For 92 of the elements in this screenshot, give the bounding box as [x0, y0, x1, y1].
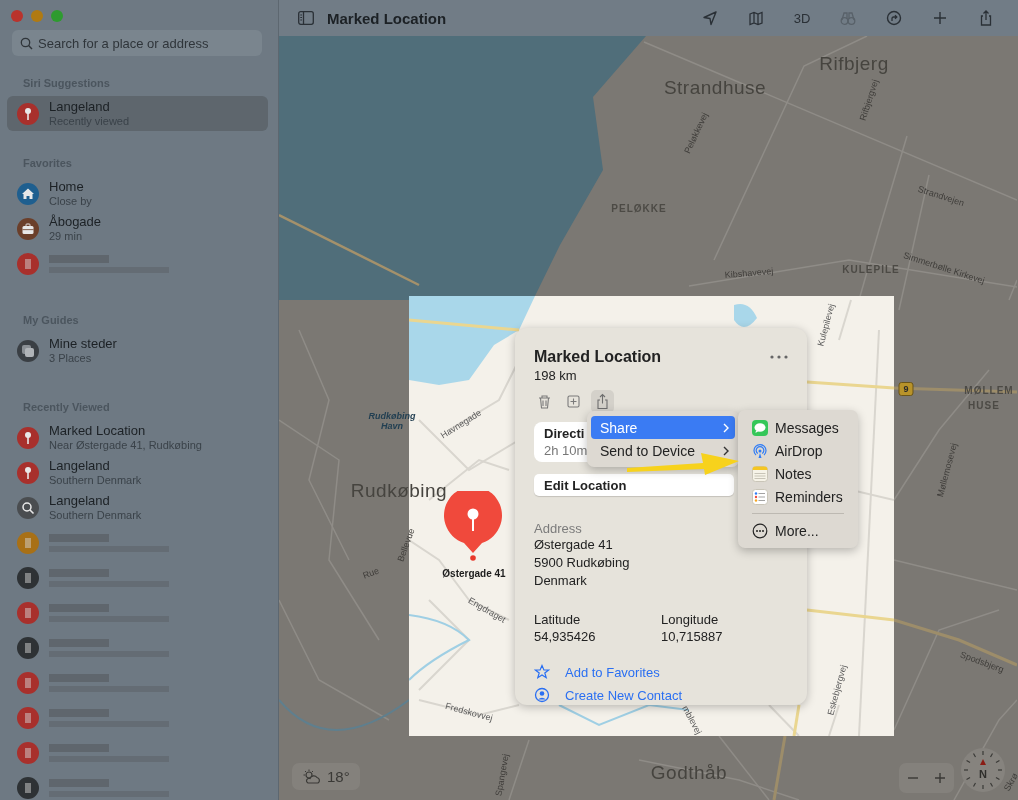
trash-icon: [536, 393, 553, 410]
address-line: 5900 Rudkøbing: [534, 554, 630, 572]
3d-button[interactable]: 3D: [786, 6, 818, 30]
edit-location-button[interactable]: Edit Location: [534, 474, 734, 496]
item-subtitle: Near Østergade 41, Rudkøbing: [49, 439, 202, 452]
sidebar-item[interactable]: Langeland Southern Denmark: [7, 455, 268, 490]
pin-label: Østergade 41: [442, 567, 506, 579]
compass-button[interactable]: N: [961, 748, 1005, 792]
menu-item[interactable]: Notes: [744, 462, 852, 485]
item-subtitle: Southern Denmark: [49, 509, 142, 522]
pond: [734, 303, 757, 327]
item-title: Langeland: [49, 458, 111, 473]
blurred-icon: [17, 671, 39, 694]
person-circle-icon: [534, 687, 550, 703]
checklist-icon: [752, 488, 768, 505]
sidebar-item[interactable]: Home Close by: [7, 176, 268, 211]
address-label: Address: [534, 521, 582, 536]
blurred-icon: [17, 531, 39, 554]
search-icon: [17, 496, 39, 519]
airdrop-icon: [752, 442, 768, 459]
star-icon: [534, 664, 550, 680]
area-label: MØLLEM: [964, 384, 1014, 396]
more-icon[interactable]: [769, 354, 789, 360]
sidebar-item[interactable]: Langeland Southern Denmark: [7, 490, 268, 525]
zoom-button[interactable]: [51, 10, 63, 22]
address-line: Denmark: [534, 572, 587, 590]
briefcase-icon: [17, 217, 39, 240]
temperature-text: 18°: [327, 768, 350, 785]
address-line: Østergade 41: [534, 536, 613, 554]
plus-icon: [934, 772, 947, 784]
plus-icon: [931, 9, 949, 27]
area-label: KULEPILE: [842, 263, 900, 275]
item-subtitle: 3 Places: [49, 352, 93, 365]
pin-icon: [17, 102, 39, 125]
location-arrow-icon: [701, 9, 719, 27]
blurred-icon: [17, 706, 39, 729]
item-title: Marked Location: [49, 423, 147, 438]
blurred-icon: [17, 636, 39, 659]
map-icon: [747, 9, 765, 27]
pin-icon: [17, 426, 39, 449]
place-label: Strandhuse: [663, 77, 767, 99]
stacked-squares-icon: [17, 339, 39, 362]
sidebar-toggle-icon[interactable]: [298, 11, 314, 25]
blurred-icon: [17, 601, 39, 624]
menu-item[interactable]: Share: [591, 416, 735, 439]
distance-text: 198 km: [534, 368, 578, 383]
notepad-icon: [752, 465, 768, 482]
item-title: Home: [49, 179, 85, 194]
place-title: Marked Location: [534, 348, 662, 366]
binoculars-icon: [839, 9, 857, 27]
item-subtitle: Close by: [49, 195, 92, 208]
speech-bubble-icon: [752, 419, 768, 436]
add-square-icon: [565, 393, 582, 410]
share-icon: [594, 393, 611, 410]
link[interactable]: Add to Favorites: [565, 664, 660, 680]
blurred-icon: [17, 252, 39, 275]
coordinate-label: Latitude: [534, 612, 582, 627]
coordinate-value: 54,935426: [534, 629, 597, 644]
link[interactable]: Create New Contact: [565, 687, 683, 703]
item-title: Mine steder: [49, 336, 117, 351]
menu-item[interactable]: More...: [744, 519, 852, 542]
close-button[interactable]: [11, 10, 23, 22]
window-title: Marked Location: [327, 9, 447, 27]
ellipsis-circle-icon: [752, 522, 768, 539]
coordinate-value: 10,715887: [661, 629, 724, 644]
search-field[interactable]: Search for a place or address: [12, 30, 262, 56]
blurred-icon: [17, 741, 39, 764]
menu-item[interactable]: AirDrop: [744, 439, 852, 462]
sidebar-item[interactable]: Mine steder 3 Places: [7, 333, 268, 368]
sidebar-item[interactable]: Marked Location Near Østergade 41, Rudkøbing: [7, 420, 268, 455]
item-title: Langeland: [49, 493, 111, 508]
place-label: Godthåb: [650, 762, 728, 784]
pin-icon: [17, 461, 39, 484]
stream-line: [409, 614, 470, 681]
blurred-icon: [17, 776, 39, 799]
blurred-icon: [17, 566, 39, 589]
search-icon: [20, 37, 33, 50]
item-subtitle: Southern Denmark: [49, 474, 142, 487]
road-number-sign: 9: [898, 382, 914, 396]
route-icon: [885, 9, 903, 27]
road-line: [838, 299, 852, 341]
menu-item[interactable]: Send to Device: [591, 439, 735, 462]
item-title: Åbogade: [49, 214, 102, 229]
menu-item[interactable]: Reminders: [744, 485, 852, 508]
menu-item[interactable]: Messages: [744, 416, 852, 439]
share-button[interactable]: [591, 390, 614, 413]
item-title: Langeland: [49, 99, 111, 114]
house-icon: [17, 182, 39, 205]
cloud-sun-icon: [302, 768, 322, 785]
place-label: Rifbjerg: [819, 53, 889, 75]
street-label: Kibshavevej: [724, 265, 774, 281]
coordinate-label: Longitude: [661, 612, 720, 627]
